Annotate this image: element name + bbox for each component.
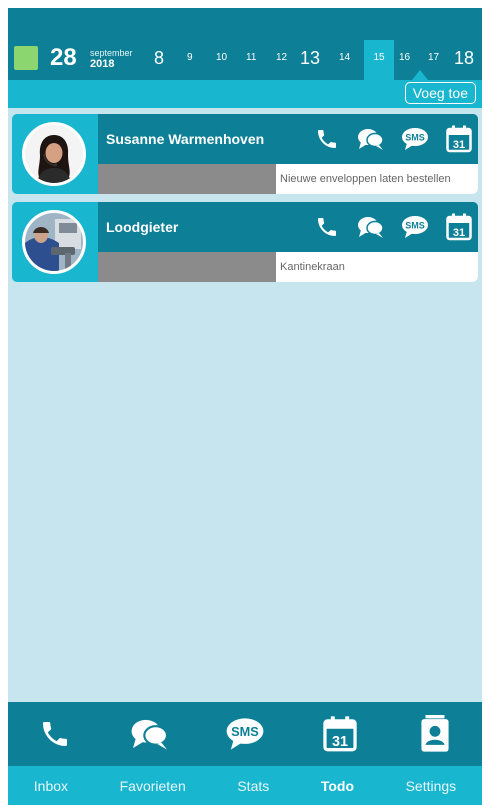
bottom-nav: Inbox Favorieten Stats Todo Settings bbox=[8, 766, 482, 805]
phone-icon[interactable] bbox=[312, 212, 342, 242]
card-actions: SMS 31 bbox=[312, 122, 474, 156]
day-14[interactable]: 14 bbox=[339, 48, 350, 68]
sms-icon[interactable]: SMS bbox=[400, 124, 430, 154]
app-screen: 28 september 2018 8 9 10 11 12 13 14 15 … bbox=[8, 8, 482, 805]
svg-text:31: 31 bbox=[332, 734, 348, 750]
svg-text:31: 31 bbox=[453, 227, 465, 239]
day-16[interactable]: 16 bbox=[399, 48, 410, 68]
chat-icon[interactable] bbox=[128, 712, 172, 756]
plumber-avatar-icon bbox=[25, 213, 83, 271]
todo-note[interactable]: Kantinekraan bbox=[276, 252, 478, 282]
sms-icon[interactable]: SMS bbox=[223, 712, 267, 756]
day-15-selected[interactable]: 15 bbox=[364, 40, 394, 80]
chat-icon[interactable] bbox=[356, 212, 386, 242]
current-year: 2018 bbox=[90, 58, 115, 70]
card-color-bar bbox=[98, 252, 276, 282]
day-11[interactable]: 11 bbox=[246, 48, 256, 68]
day-13[interactable]: 13 bbox=[300, 48, 320, 68]
nav-settings[interactable]: Settings bbox=[406, 778, 457, 794]
date-strip: 28 september 2018 8 9 10 11 12 13 14 15 … bbox=[8, 8, 482, 80]
phone-icon[interactable] bbox=[312, 124, 342, 154]
today-caret bbox=[412, 70, 428, 80]
day-8[interactable]: 8 bbox=[154, 48, 164, 68]
add-button[interactable]: Voeg toe bbox=[404, 82, 476, 104]
current-month: september bbox=[90, 48, 133, 58]
woman-headset-avatar-icon bbox=[25, 125, 83, 183]
avatar[interactable] bbox=[22, 210, 86, 274]
card-actions: SMS 31 bbox=[312, 210, 474, 244]
nav-stats[interactable]: Stats bbox=[237, 778, 269, 794]
card-header: Susanne Warmenhoven SMS 31 bbox=[98, 114, 478, 164]
nav-favorieten[interactable]: Favorieten bbox=[120, 778, 186, 794]
avatar[interactable] bbox=[22, 122, 86, 186]
calendar-icon[interactable]: 31 bbox=[444, 124, 474, 154]
status-color-swatch[interactable] bbox=[14, 46, 38, 70]
phone-icon[interactable] bbox=[33, 712, 77, 756]
bottom-action-bar: SMS 31 bbox=[8, 702, 482, 766]
svg-text:SMS: SMS bbox=[405, 133, 425, 143]
contact-card[interactable]: Loodgieter SMS 31 Kantinekraan bbox=[12, 202, 478, 282]
action-bar: Voeg toe bbox=[8, 80, 482, 108]
contact-card-icon[interactable] bbox=[413, 712, 457, 756]
day-9[interactable]: 9 bbox=[187, 48, 193, 68]
calendar-icon[interactable]: 31 bbox=[444, 212, 474, 242]
day-18[interactable]: 18 bbox=[454, 48, 474, 68]
current-day: 28 bbox=[50, 44, 77, 71]
contact-card[interactable]: Susanne Warmenhoven SMS 31 Nieuwe envelo… bbox=[12, 114, 478, 194]
contact-name[interactable]: Loodgieter bbox=[106, 218, 178, 236]
card-color-bar bbox=[98, 164, 276, 194]
sms-icon[interactable]: SMS bbox=[400, 212, 430, 242]
svg-text:SMS: SMS bbox=[231, 724, 259, 739]
day-17[interactable]: 17 bbox=[428, 48, 439, 68]
nav-inbox[interactable]: Inbox bbox=[34, 778, 68, 794]
day-12[interactable]: 12 bbox=[276, 48, 287, 68]
nav-todo[interactable]: Todo bbox=[321, 778, 354, 794]
calendar-icon[interactable]: 31 bbox=[318, 712, 362, 756]
svg-text:31: 31 bbox=[453, 139, 465, 151]
svg-text:SMS: SMS bbox=[405, 221, 425, 231]
card-header: Loodgieter SMS 31 bbox=[98, 202, 478, 252]
day-10[interactable]: 10 bbox=[216, 48, 227, 68]
chat-icon[interactable] bbox=[356, 124, 386, 154]
contact-name[interactable]: Susanne Warmenhoven bbox=[106, 130, 264, 148]
todo-note[interactable]: Nieuwe enveloppen laten bestellen bbox=[276, 164, 478, 194]
